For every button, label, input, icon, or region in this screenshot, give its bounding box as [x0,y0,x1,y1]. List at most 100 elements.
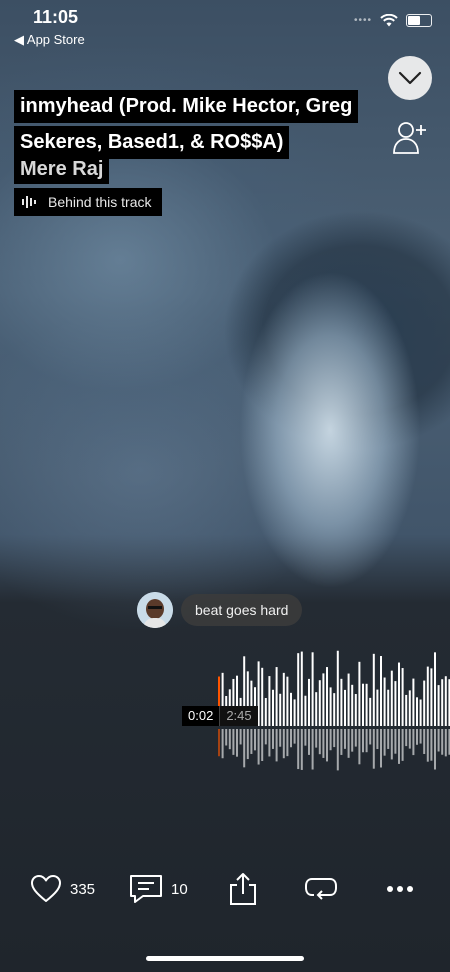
waveform-reflection-bar [311,729,314,770]
waveform-reflection-bar [308,729,310,755]
waveform-reflection-bar [398,729,400,764]
comment-text: beat goes hard [181,594,303,626]
waveform-bar [351,684,354,726]
heart-icon [31,875,61,902]
artist-name[interactable]: Mere Raj [14,154,110,184]
waveform-bar [308,678,310,726]
waveform-reflection-bar [275,729,278,762]
chevron-down-icon [398,71,422,85]
waveform-reflection-bar [441,729,444,755]
wifi-icon [380,14,398,27]
waveform-bar [297,653,300,726]
waveform-bar [268,676,271,726]
waveform-reflection-bar [416,729,418,745]
waveform-bar [329,687,332,726]
waveform-bar [326,667,328,726]
waveform-reflection-bar [279,729,282,747]
track-title-line: inmyhead (Prod. Mike Hector, Greg [14,90,359,123]
playback-time: 0:02 2:45 [182,706,258,726]
waveform-reflection-bar [383,729,386,756]
waveform-reflection-bar [246,729,249,760]
waveform-reflection-bar [268,729,271,757]
status-icons: •••• [354,14,432,27]
waveform-bar [315,692,318,726]
waveform-reflection-bar [437,729,440,752]
status-bar: 11:05 ◀ App Store •••• [0,0,450,54]
waveform-bar [426,666,429,726]
behind-this-track-label: Behind this track [48,194,152,210]
waveform-reflection-bar [408,729,411,749]
waveform-bar [264,698,267,726]
waveform-icon [22,196,36,208]
waveform-reflection-bar [444,729,447,757]
like-count: 335 [70,880,96,898]
home-indicator[interactable] [146,956,304,961]
waveform-bar [430,668,433,726]
waveform-bar [282,672,285,726]
waveform-bar [416,697,418,726]
waveform-reflection-bar [236,729,238,757]
waveform-reflection-bar [304,729,307,746]
waveform-reflection-bar [297,729,300,770]
waveform-bar [423,680,426,726]
waveform-bar [444,676,447,726]
waveform-bar [390,670,393,726]
share-button[interactable] [228,866,258,912]
signal-icon: •••• [353,15,372,26]
waveform-reflection-bar [225,729,228,746]
waveform-reflection-bar [264,729,267,745]
waveform-bar [365,683,368,726]
waveform-bar [380,656,382,726]
add-user-icon [393,122,426,154]
waveform-reflection-bar [351,729,354,752]
waveform-reflection-bar [376,729,379,750]
waveform-reflection-bar [218,729,220,757]
waveform-reflection-bar [282,729,285,759]
waveform-reflection-bar [261,729,264,762]
more-button[interactable] [386,866,414,912]
waveform-reflection-bar [380,729,382,768]
waveform-bar [257,661,260,726]
share-icon [230,873,256,905]
comment-count: 10 [171,880,188,898]
waveform-bar [376,689,379,726]
waveform-bar [286,676,289,726]
comments-button[interactable]: 10 [129,866,188,912]
timed-comment[interactable]: beat goes hard [137,592,303,628]
repost-button[interactable] [304,866,338,912]
like-button[interactable]: 335 [30,866,95,912]
waveform-bar [405,694,408,726]
waveform-bar [372,653,375,726]
waveform-bar [318,680,321,726]
clock: 11:05 [33,7,79,27]
waveform-bar [333,693,336,726]
waveform-reflection-bar [426,729,429,762]
waveform-reflection-bar [326,729,328,762]
waveform-reflection-bar [423,729,426,754]
waveform-reflection-bar [344,729,346,749]
waveform-bar [358,661,361,726]
waveform-bar [322,673,325,726]
comment-icon [130,875,162,903]
waveform-reflection-bar [318,729,321,755]
avatar[interactable] [137,592,173,628]
waveform-bar [340,678,343,726]
waveform-reflection-bar [322,729,325,758]
waveform-bar [437,685,440,726]
waveform-reflection-bar [250,729,253,754]
waveform-reflection-bar [272,729,274,749]
track-title[interactable]: inmyhead (Prod. Mike Hector, Greg Sekere… [14,90,374,162]
waveform-reflection-bar [369,729,372,745]
waveform-bar [362,683,364,726]
collapse-player-button[interactable] [388,56,432,100]
waveform-reflection-bar [290,729,292,748]
waveform-reflection-bar [221,729,224,759]
waveform-reflection-bar [340,729,343,755]
waveform-reflection-bar [228,729,231,750]
follow-artist-button[interactable] [391,119,429,155]
behind-this-track-button[interactable]: Behind this track [14,188,162,216]
waveform-bar [304,695,307,726]
back-to-app-store-link[interactable]: ◀ App Store [14,32,85,48]
waveform-reflection-bar [243,729,246,768]
waveform-reflection-bar [347,729,350,758]
